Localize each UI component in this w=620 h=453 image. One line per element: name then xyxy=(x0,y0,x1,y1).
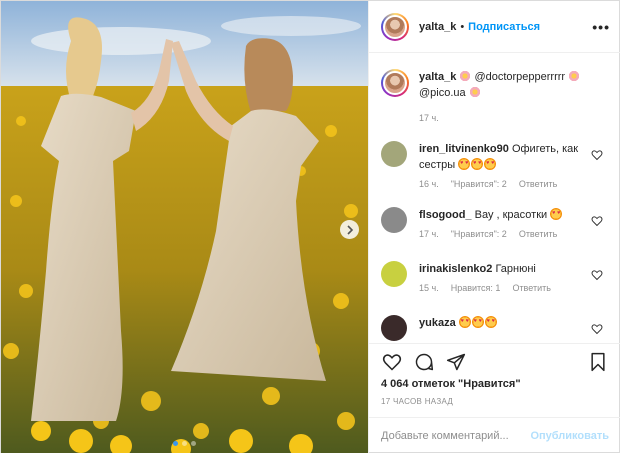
heart-eyes-emoji-icon xyxy=(471,316,484,328)
comment-username[interactable]: irinakislenko2 xyxy=(419,263,492,275)
heart-icon[interactable] xyxy=(591,269,603,281)
post-header: yalta_k • Подписаться ••• xyxy=(369,1,620,53)
save-button[interactable] xyxy=(587,351,609,373)
comment-meta: 15 ч. Нравится: 1 Ответить xyxy=(419,283,609,293)
instagram-post-modal: yalta_k • Подписаться ••• yalta_k @docto… xyxy=(0,0,620,453)
reply-button[interactable]: Ответить xyxy=(512,283,550,293)
carousel-dot-1 xyxy=(173,441,178,446)
share-button[interactable] xyxy=(445,351,467,373)
caption-author-avatar[interactable] xyxy=(381,69,409,97)
comment-text: irinakislenko2 Гарнюні xyxy=(419,261,587,277)
commenter-avatar[interactable] xyxy=(381,315,407,341)
heart-eyes-emoji-icon xyxy=(484,158,497,170)
commenter-avatar[interactable] xyxy=(381,141,407,167)
carousel-dot-2 xyxy=(182,441,187,446)
heart-eyes-emoji-icon xyxy=(458,158,471,170)
comments-list[interactable]: yalta_k @doctorpepperrrrr @pico.ua 17 ч.… xyxy=(369,53,620,343)
flower-emoji-icon xyxy=(468,86,481,98)
heart-eyes-emoji-icon xyxy=(458,316,471,328)
commenter-avatar[interactable] xyxy=(381,207,407,233)
header-separator: • xyxy=(460,20,465,33)
caption-time: 17 ч. xyxy=(419,113,439,123)
likes-count[interactable]: 4 064 отметок "Нравится" xyxy=(381,378,521,390)
chevron-right-icon xyxy=(346,224,353,235)
author-username[interactable]: yalta_k xyxy=(419,21,456,33)
heart-eyes-emoji-icon xyxy=(484,316,497,328)
author-avatar[interactable] xyxy=(381,12,409,41)
comment-likes[interactable]: "Нравится": 2 xyxy=(451,229,507,239)
comment-item: yukaza xyxy=(381,315,609,341)
heart-icon[interactable] xyxy=(591,323,603,335)
comment-item: iren_litvinenko90 Офигеть, как сестры 16… xyxy=(381,141,609,189)
flower-emoji-icon xyxy=(459,70,472,82)
reply-button[interactable]: Ответить xyxy=(519,179,557,189)
post-actions xyxy=(369,343,620,379)
comment-input[interactable] xyxy=(381,430,531,442)
caption: yalta_k @doctorpepperrrrr @pico.ua xyxy=(369,53,620,101)
comment-meta: 16 ч. "Нравится": 2 Ответить xyxy=(419,179,609,189)
comment-item: flsogood_ Вау , красотки 17 ч. "Нравится… xyxy=(381,207,609,239)
publish-button[interactable]: Опубликовать xyxy=(530,430,609,442)
comment-body: Вау , красотки xyxy=(474,209,548,221)
carousel-indicator xyxy=(1,441,368,446)
comment-time: 17 ч. xyxy=(419,229,439,239)
post-photo[interactable] xyxy=(1,1,368,453)
bookmark-icon xyxy=(591,352,605,371)
caption-mention-2[interactable]: @pico.ua xyxy=(419,87,466,99)
send-icon xyxy=(446,353,466,370)
post-side-panel: yalta_k • Подписаться ••• yalta_k @docto… xyxy=(368,1,620,453)
comment-meta: 17 ч. "Нравится": 2 Ответить xyxy=(419,229,609,239)
comment-username[interactable]: yukaza xyxy=(419,317,456,329)
reply-button[interactable]: Ответить xyxy=(519,229,557,239)
comment-likes[interactable]: "Нравится": 2 xyxy=(451,179,507,189)
carousel-dot-3 xyxy=(191,441,196,446)
comment-icon xyxy=(415,353,434,370)
caption-username[interactable]: yalta_k xyxy=(419,71,456,83)
heart-icon xyxy=(382,353,402,371)
comment-text: flsogood_ Вау , красотки xyxy=(419,207,587,223)
add-comment-bar: Опубликовать xyxy=(369,417,620,453)
caption-text: yalta_k @doctorpepperrrrr @pico.ua xyxy=(419,69,609,101)
comment-time: 15 ч. xyxy=(419,283,439,293)
like-button[interactable] xyxy=(381,351,403,373)
comment-body: Гарнюні xyxy=(495,263,536,275)
caption-mention-1[interactable]: @doctorpepperrrrr xyxy=(474,71,565,83)
comment-item: irinakislenko2 Гарнюні 15 ч. Нравится: 1… xyxy=(381,261,609,293)
comment-button[interactable] xyxy=(413,351,435,373)
commenter-avatar[interactable] xyxy=(381,261,407,287)
post-timestamp: 17 ЧАСОВ НАЗАД xyxy=(381,397,454,406)
heart-eyes-emoji-icon xyxy=(550,208,563,220)
comment-time: 16 ч. xyxy=(419,179,439,189)
heart-eyes-emoji-icon xyxy=(471,158,484,170)
carousel-next-button[interactable] xyxy=(340,220,359,239)
heart-icon[interactable] xyxy=(591,149,603,161)
follow-button[interactable]: Подписаться xyxy=(468,21,540,33)
comment-text: yukaza xyxy=(419,315,587,331)
comment-likes[interactable]: Нравится: 1 xyxy=(451,283,501,293)
comment-username[interactable]: flsogood_ xyxy=(419,209,472,221)
photo-image xyxy=(1,1,368,453)
comment-text: iren_litvinenko90 Офигеть, как сестры xyxy=(419,141,587,173)
flower-emoji-icon xyxy=(568,70,581,82)
heart-icon[interactable] xyxy=(591,215,603,227)
more-horizontal-icon[interactable]: ••• xyxy=(592,19,610,35)
comment-username[interactable]: iren_litvinenko90 xyxy=(419,143,509,155)
